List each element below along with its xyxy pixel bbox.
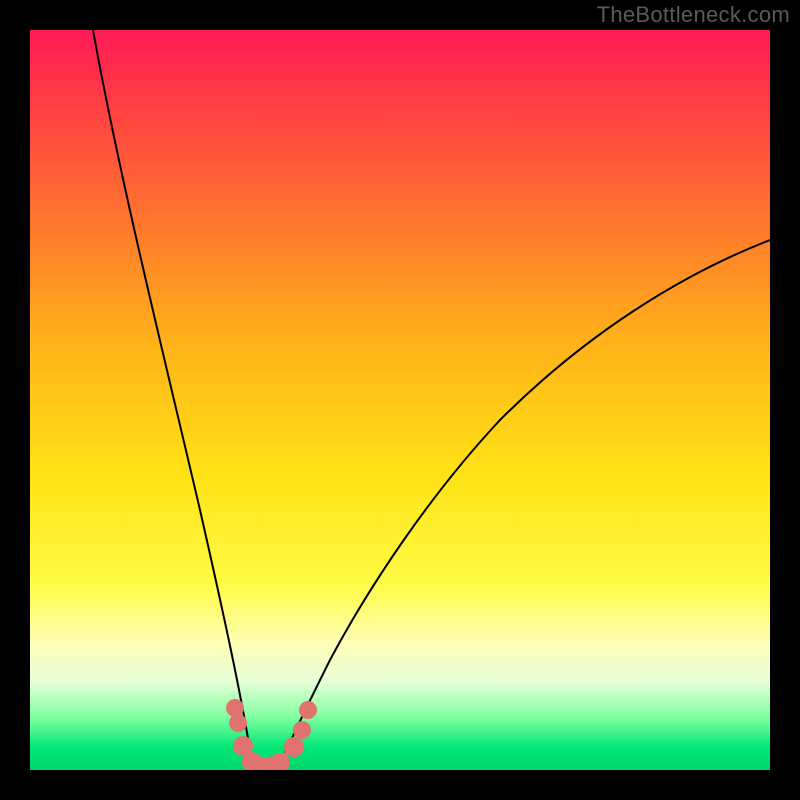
bottleneck-curve	[30, 30, 770, 770]
plot-area	[30, 30, 770, 770]
chart-frame: TheBottleneck.com	[0, 0, 800, 800]
curve-left-branch	[93, 30, 252, 770]
attribution-label: TheBottleneck.com	[597, 2, 790, 28]
curve-right-branch	[278, 240, 770, 770]
